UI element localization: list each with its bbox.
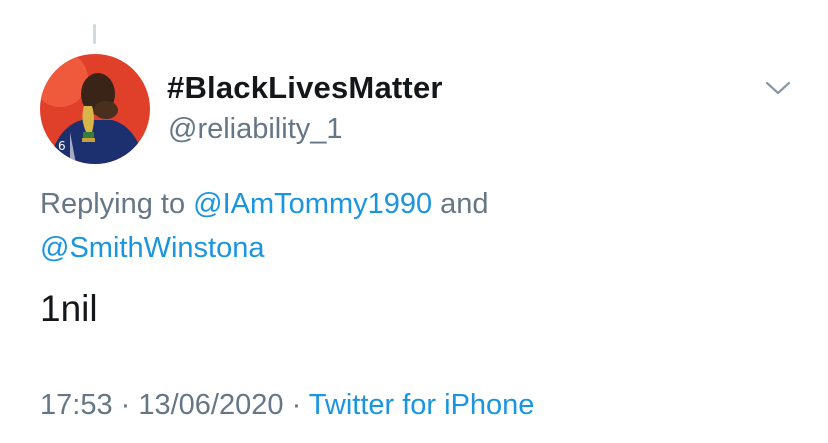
tweet-metadata: 17:53 · 13/06/2020 · Twitter for iPhone: [40, 389, 534, 422]
replying-to-label: Replying to: [40, 188, 194, 220]
thread-connector-line: [93, 24, 96, 44]
mention-link-iamtommy1990[interactable]: @IAmTommy1990: [193, 188, 432, 220]
replying-to-conjunction: and: [432, 188, 489, 220]
meta-separator: ·: [112, 389, 139, 421]
meta-separator: ·: [283, 389, 309, 421]
avatar[interactable]: 6: [40, 54, 150, 164]
replying-to-line: Replying to @IAmTommy1990 and @SmithWins…: [40, 182, 800, 270]
user-handle[interactable]: @reliability_1: [168, 113, 343, 146]
display-name[interactable]: #BlackLivesMatter: [167, 70, 443, 106]
chevron-down-icon[interactable]: [762, 76, 794, 100]
tweet-time[interactable]: 17:53: [40, 389, 113, 421]
tweet-date[interactable]: 13/06/2020: [138, 389, 283, 421]
tweet-card: 6 #BlackLivesMatter @reliability_1 Reply…: [0, 0, 828, 443]
mention-link-smithwinstona[interactable]: @SmithWinstona: [40, 232, 264, 264]
tweet-source-link[interactable]: Twitter for iPhone: [309, 389, 535, 421]
tweet-text: 1nil: [40, 288, 98, 329]
svg-text:6: 6: [58, 139, 66, 153]
